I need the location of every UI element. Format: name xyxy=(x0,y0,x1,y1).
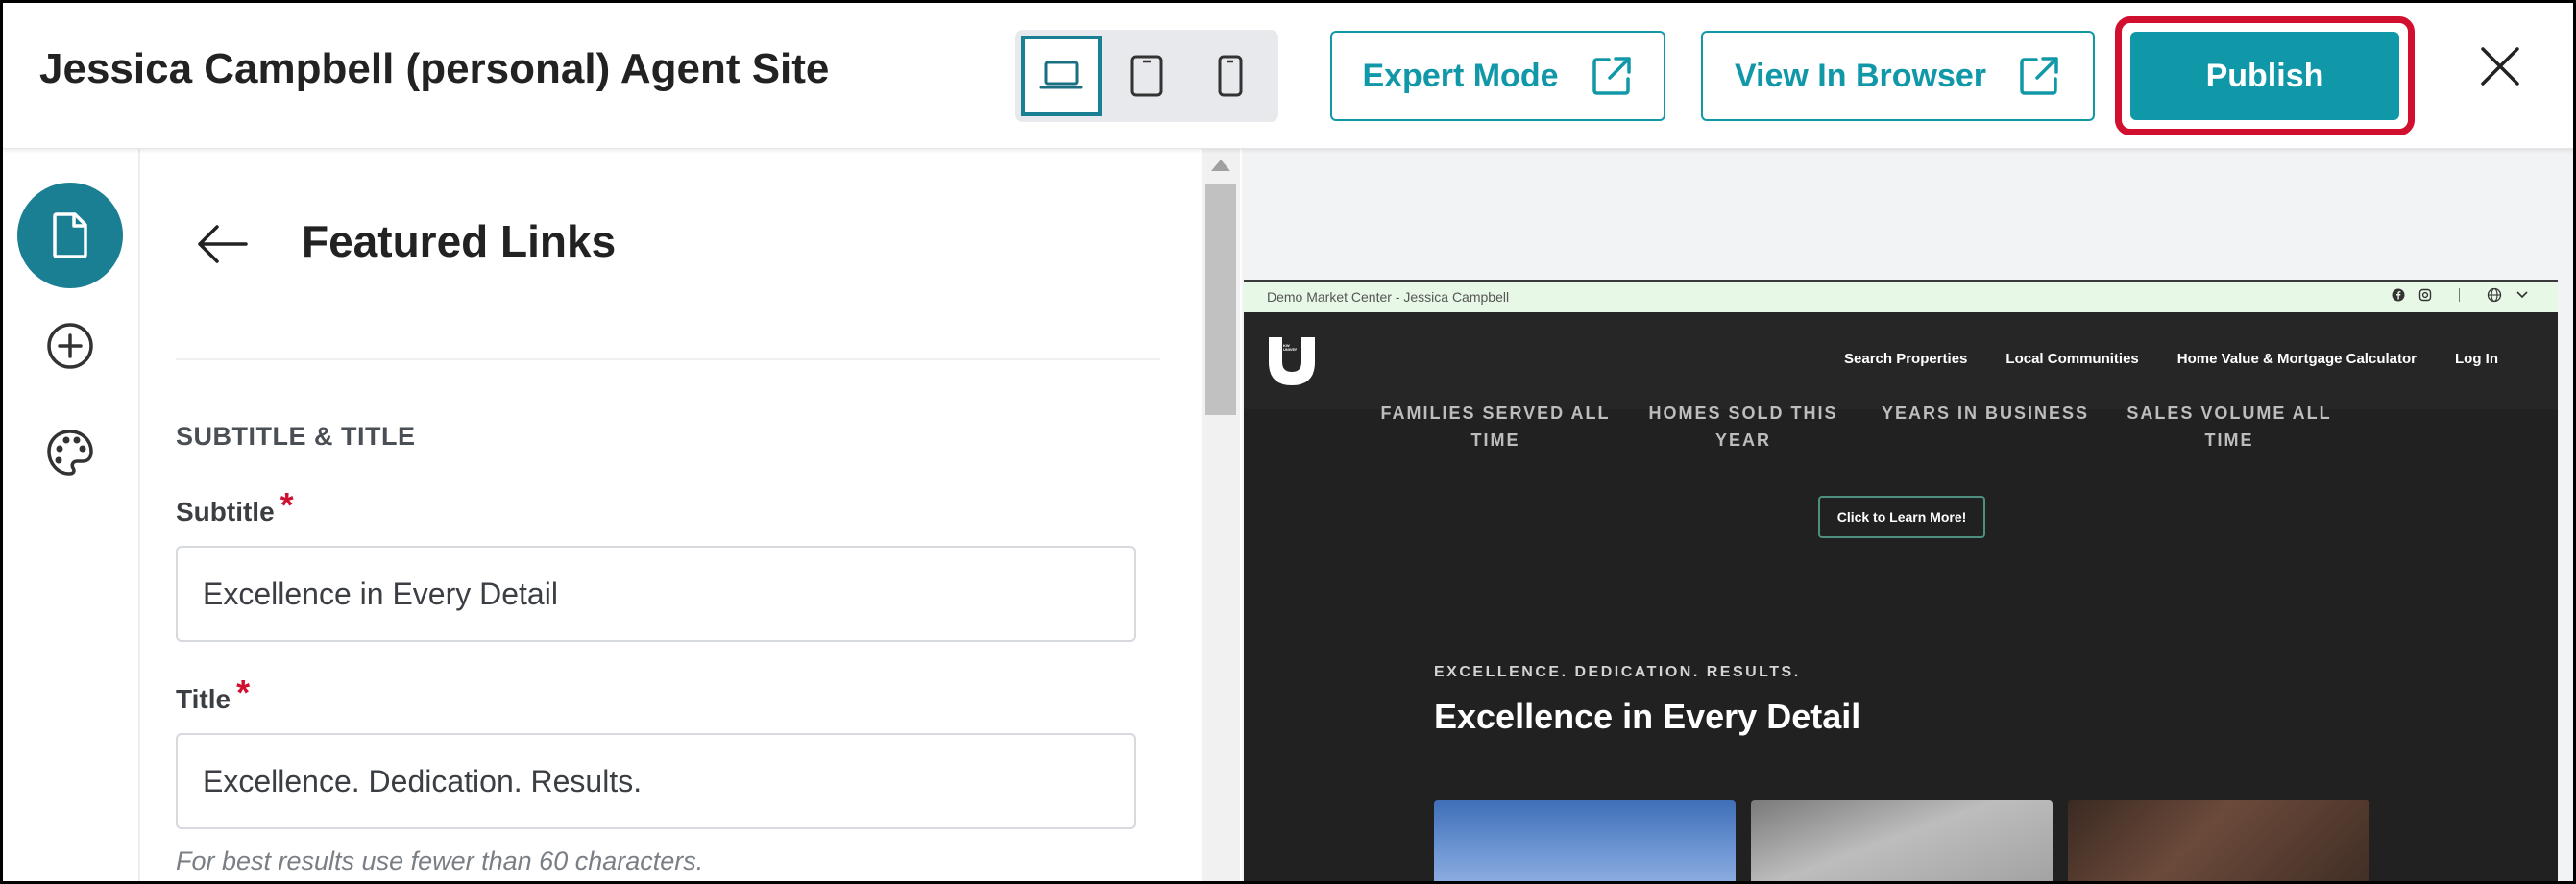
scroll-thumb[interactable] xyxy=(1205,184,1236,415)
section-title: Excellence in Every Detail xyxy=(1434,697,1861,736)
device-tablet-button[interactable] xyxy=(1106,36,1187,116)
external-link-icon xyxy=(2020,57,2058,95)
expert-mode-button[interactable]: Expert Mode xyxy=(1330,31,1665,121)
page-icon xyxy=(53,212,87,258)
publish-button[interactable]: Publish xyxy=(2130,32,2399,120)
stat-label: FAMILIES SERVED ALL TIME xyxy=(1380,404,1611,450)
preview-nav-links: Search Properties Local Communities Home… xyxy=(1844,351,2498,367)
title-label-text: Title xyxy=(176,684,231,714)
close-icon xyxy=(2481,47,2519,86)
panel-scrollbar[interactable] xyxy=(1202,148,1240,881)
featured-link-card[interactable] xyxy=(1751,800,2053,881)
preview-site: Demo Market Center - Jessica Campbell KW… xyxy=(1244,280,2558,881)
laptop-icon xyxy=(1039,61,1083,89)
arrow-left-icon xyxy=(198,225,248,263)
editor-panel: Featured Links SUBTITLE & TITLE Subtitle… xyxy=(140,148,1202,881)
featured-link-card[interactable] xyxy=(1434,800,1736,881)
view-in-browser-label: View In Browser xyxy=(1734,57,1987,94)
app-frame: Jessica Campbell (personal) Agent Site E… xyxy=(0,0,2576,884)
required-marker: * xyxy=(236,673,251,712)
learn-more-button[interactable]: Click to Learn More! xyxy=(1818,496,1985,538)
featured-link-card[interactable] xyxy=(2068,800,2369,881)
title-value: Excellence. Dedication. Results. xyxy=(203,763,643,798)
title-input[interactable]: Excellence. Dedication. Results. xyxy=(176,733,1136,829)
nav-link[interactable]: Search Properties xyxy=(1844,351,1967,367)
device-phone-button[interactable] xyxy=(1190,36,1271,116)
subtitle-label-text: Subtitle xyxy=(176,497,275,527)
add-section-button[interactable] xyxy=(17,293,123,399)
subtitle-label: Subtitle * xyxy=(176,485,294,529)
subtitle-value: Excellence in Every Detail xyxy=(203,576,558,611)
chevron-down-icon[interactable] xyxy=(2515,290,2529,300)
section-heading: SUBTITLE & TITLE xyxy=(176,422,416,451)
nav-link[interactable]: Log In xyxy=(2455,351,2498,367)
site-preview: Demo Market Center - Jessica Campbell KW… xyxy=(1242,148,2573,881)
icon-sidebar xyxy=(3,148,140,881)
scroll-up-icon[interactable] xyxy=(1211,160,1230,171)
tablet-icon xyxy=(1130,55,1163,97)
preview-topbar-text: Demo Market Center - Jessica Campbell xyxy=(1267,289,1510,305)
preview-topbar: Demo Market Center - Jessica Campbell xyxy=(1244,282,2558,312)
preview-topbar-icons xyxy=(2392,287,2529,303)
stat-label: HOMES SOLD THIS YEAR xyxy=(1648,404,1838,450)
facebook-icon xyxy=(2392,288,2405,302)
title-label: Title * xyxy=(176,673,251,717)
device-desktop-button[interactable] xyxy=(1021,36,1102,116)
section-subtitle: EXCELLENCE. DEDICATION. RESULTS. xyxy=(1434,664,1801,680)
globe-icon[interactable] xyxy=(2487,287,2502,303)
external-link-icon xyxy=(1592,57,1631,95)
close-button[interactable] xyxy=(2471,37,2529,95)
divider xyxy=(176,358,1160,360)
nav-link[interactable]: Home Value & Mortgage Calculator xyxy=(2177,351,2417,367)
view-in-browser-button[interactable]: View In Browser xyxy=(1701,31,2095,121)
topbar-separator xyxy=(2459,288,2460,302)
stat-label: YEARS IN BUSINESS xyxy=(1881,404,2090,423)
logo-text: KW UNIVERSITY xyxy=(1283,344,1297,352)
stat-label: SALES VOLUME ALL TIME xyxy=(2126,404,2332,450)
kw-university-logo[interactable] xyxy=(1265,333,1319,387)
back-button[interactable] xyxy=(194,220,252,268)
pages-button[interactable] xyxy=(17,183,123,288)
nav-link[interactable]: Local Communities xyxy=(2005,351,2138,367)
required-marker: * xyxy=(279,485,294,525)
site-title: Jessica Campbell (personal) Agent Site xyxy=(39,45,830,92)
instagram-icon xyxy=(2418,288,2432,302)
phone-icon xyxy=(1218,55,1243,97)
theme-button[interactable] xyxy=(17,400,123,505)
expert-mode-label: Expert Mode xyxy=(1362,57,1559,94)
add-icon xyxy=(47,323,93,369)
subtitle-input[interactable]: Excellence in Every Detail xyxy=(176,546,1136,642)
preview-nav: KW UNIVERSITY Search Properties Local Co… xyxy=(1244,312,2558,409)
header: Jessica Campbell (personal) Agent Site E… xyxy=(3,3,2573,149)
panel-title: Featured Links xyxy=(302,216,617,266)
palette-icon xyxy=(47,430,93,476)
device-switcher xyxy=(1015,30,1278,122)
field-hint: For best results use fewer than 60 chara… xyxy=(176,847,704,875)
